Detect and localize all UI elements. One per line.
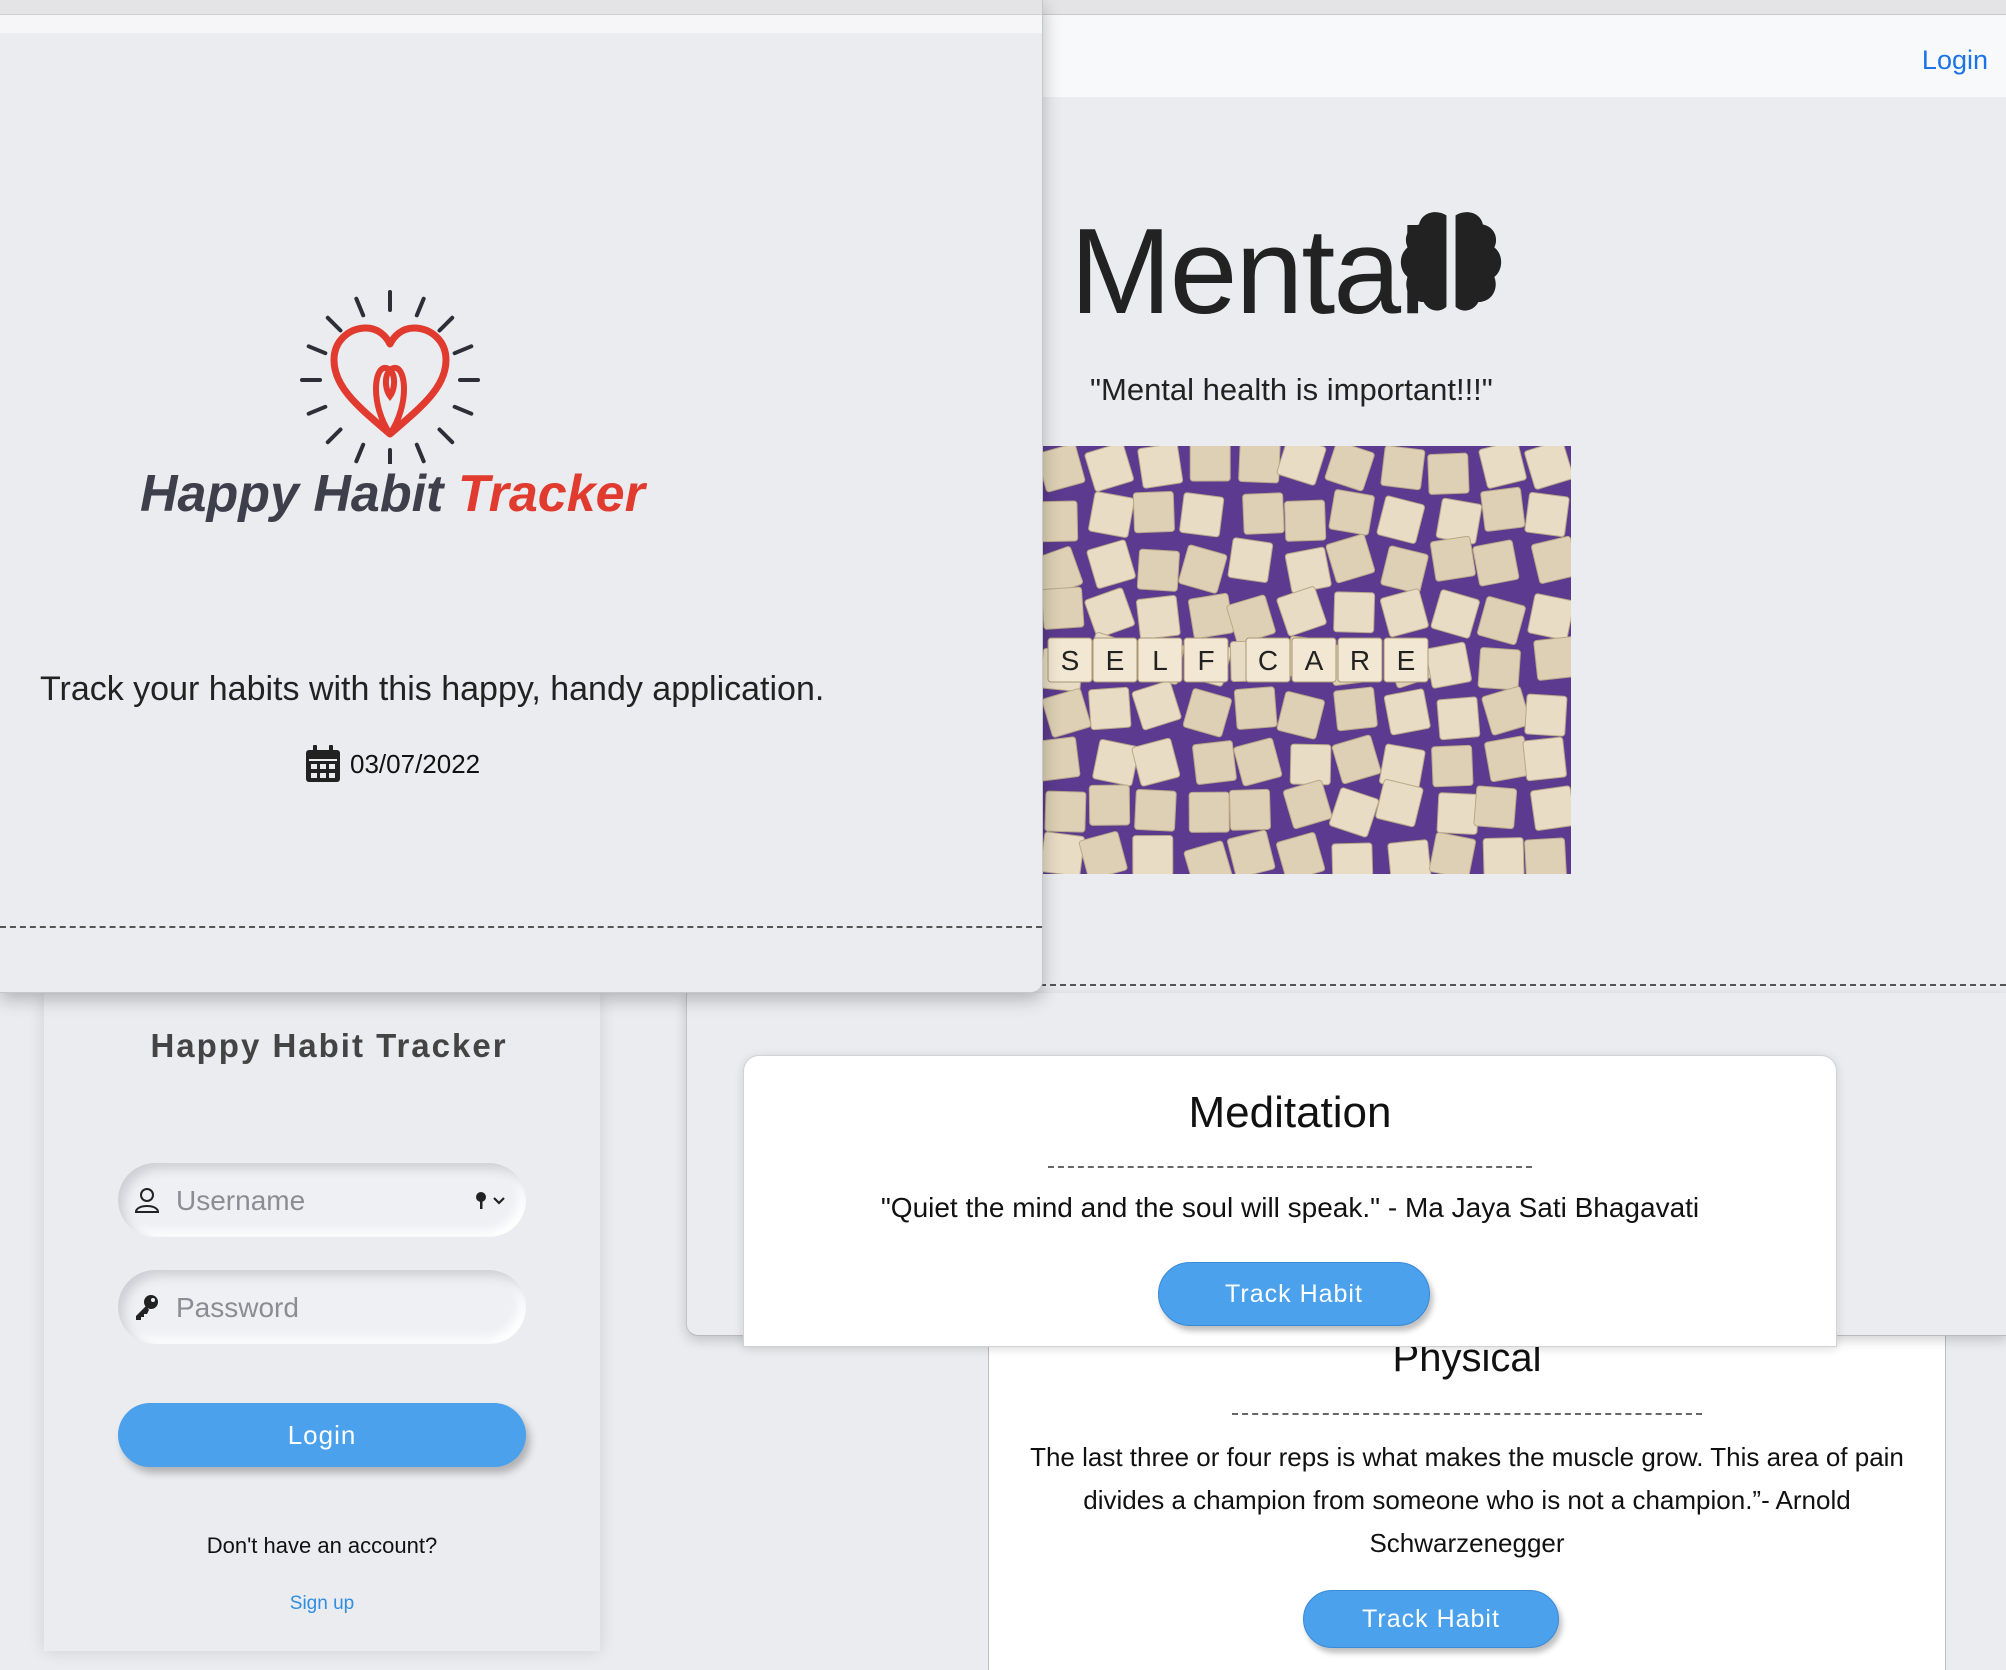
logo-word-tracker: Tracker bbox=[457, 465, 645, 523]
logo-word-happy-habit: Happy Habit bbox=[140, 465, 444, 523]
login-card: Happy Habit Tracker Login Don't have an … bbox=[44, 993, 600, 1651]
date-text: 03/07/2022 bbox=[350, 748, 481, 779]
title-divider bbox=[1048, 1166, 1532, 1168]
calendar-icon bbox=[306, 745, 340, 782]
svg-text:R: R bbox=[1350, 645, 1370, 676]
user-icon bbox=[134, 1188, 160, 1213]
key-icon bbox=[136, 1295, 158, 1320]
letter-tile: E bbox=[1092, 637, 1138, 683]
username-input[interactable] bbox=[174, 1163, 478, 1239]
password-manager-key-icon[interactable] bbox=[474, 1189, 508, 1213]
svg-text:E: E bbox=[1397, 645, 1416, 676]
letter-tile: L bbox=[1137, 637, 1183, 683]
tagline: Track your habits with this happy, handy… bbox=[40, 670, 825, 708]
svg-text:E: E bbox=[1106, 645, 1125, 676]
letter-tile: S bbox=[1047, 637, 1093, 683]
signup-link[interactable]: Sign up bbox=[44, 1593, 600, 1615]
browser-toolbar-strip bbox=[0, 0, 1042, 15]
brain-icon bbox=[1400, 212, 1502, 311]
letter-tile: A bbox=[1291, 637, 1337, 683]
nav-login-link[interactable]: Login bbox=[1922, 45, 1988, 76]
date-display: 03/07/2022 bbox=[304, 744, 480, 784]
letter-tile: E bbox=[1383, 637, 1429, 683]
track-habit-button[interactable]: Track Habit bbox=[1158, 1262, 1430, 1326]
track-habit-button[interactable]: Track Habit bbox=[1303, 1590, 1559, 1648]
self-care-image: SELFCARE bbox=[1040, 446, 1571, 874]
section-divider bbox=[1040, 984, 2006, 986]
svg-text:C: C bbox=[1258, 645, 1278, 676]
mental-quote: "Mental health is important!!!" bbox=[1090, 372, 1493, 407]
meditation-window: Meditation "Quiet the mind and the soul … bbox=[686, 993, 2006, 1347]
section-divider bbox=[0, 926, 1042, 928]
navbar: Login bbox=[1040, 15, 2006, 97]
habit-quote: "Quiet the mind and the soul will speak.… bbox=[880, 1192, 1700, 1223]
svg-text:S: S bbox=[1061, 645, 1080, 676]
login-title: Happy Habit Tracker bbox=[150, 1027, 508, 1064]
title-divider bbox=[1232, 1413, 1702, 1415]
password-field bbox=[118, 1270, 526, 1346]
logo-text: Happy Habit Tracker bbox=[140, 464, 645, 524]
page-title: Mental bbox=[1070, 203, 1426, 339]
svg-text:F: F bbox=[1197, 645, 1214, 676]
letter-tile: F bbox=[1183, 637, 1229, 683]
navbar bbox=[0, 15, 1042, 33]
username-field bbox=[118, 1163, 526, 1239]
habit-card-physical: Physical The last three or four reps is … bbox=[988, 1310, 1946, 1670]
habit-quote: The last three or four reps is what make… bbox=[1030, 1442, 1904, 1558]
browser-toolbar-strip bbox=[1040, 0, 2006, 15]
habit-title: Meditation bbox=[1188, 1088, 1392, 1137]
svg-text:L: L bbox=[1152, 645, 1168, 676]
letter-tile: R bbox=[1337, 637, 1383, 683]
svg-text:A: A bbox=[1305, 645, 1324, 676]
heart-logo-icon bbox=[300, 290, 480, 464]
no-account-text: Don't have an account? bbox=[206, 1533, 438, 1558]
habit-card-meditation: Meditation "Quiet the mind and the soul … bbox=[743, 1055, 1837, 1347]
password-input[interactable] bbox=[174, 1270, 478, 1346]
letter-tile: C bbox=[1245, 637, 1291, 683]
home-window: Happy Habit Tracker Track your habits wi… bbox=[0, 0, 1043, 993]
login-button[interactable]: Login bbox=[118, 1403, 526, 1467]
